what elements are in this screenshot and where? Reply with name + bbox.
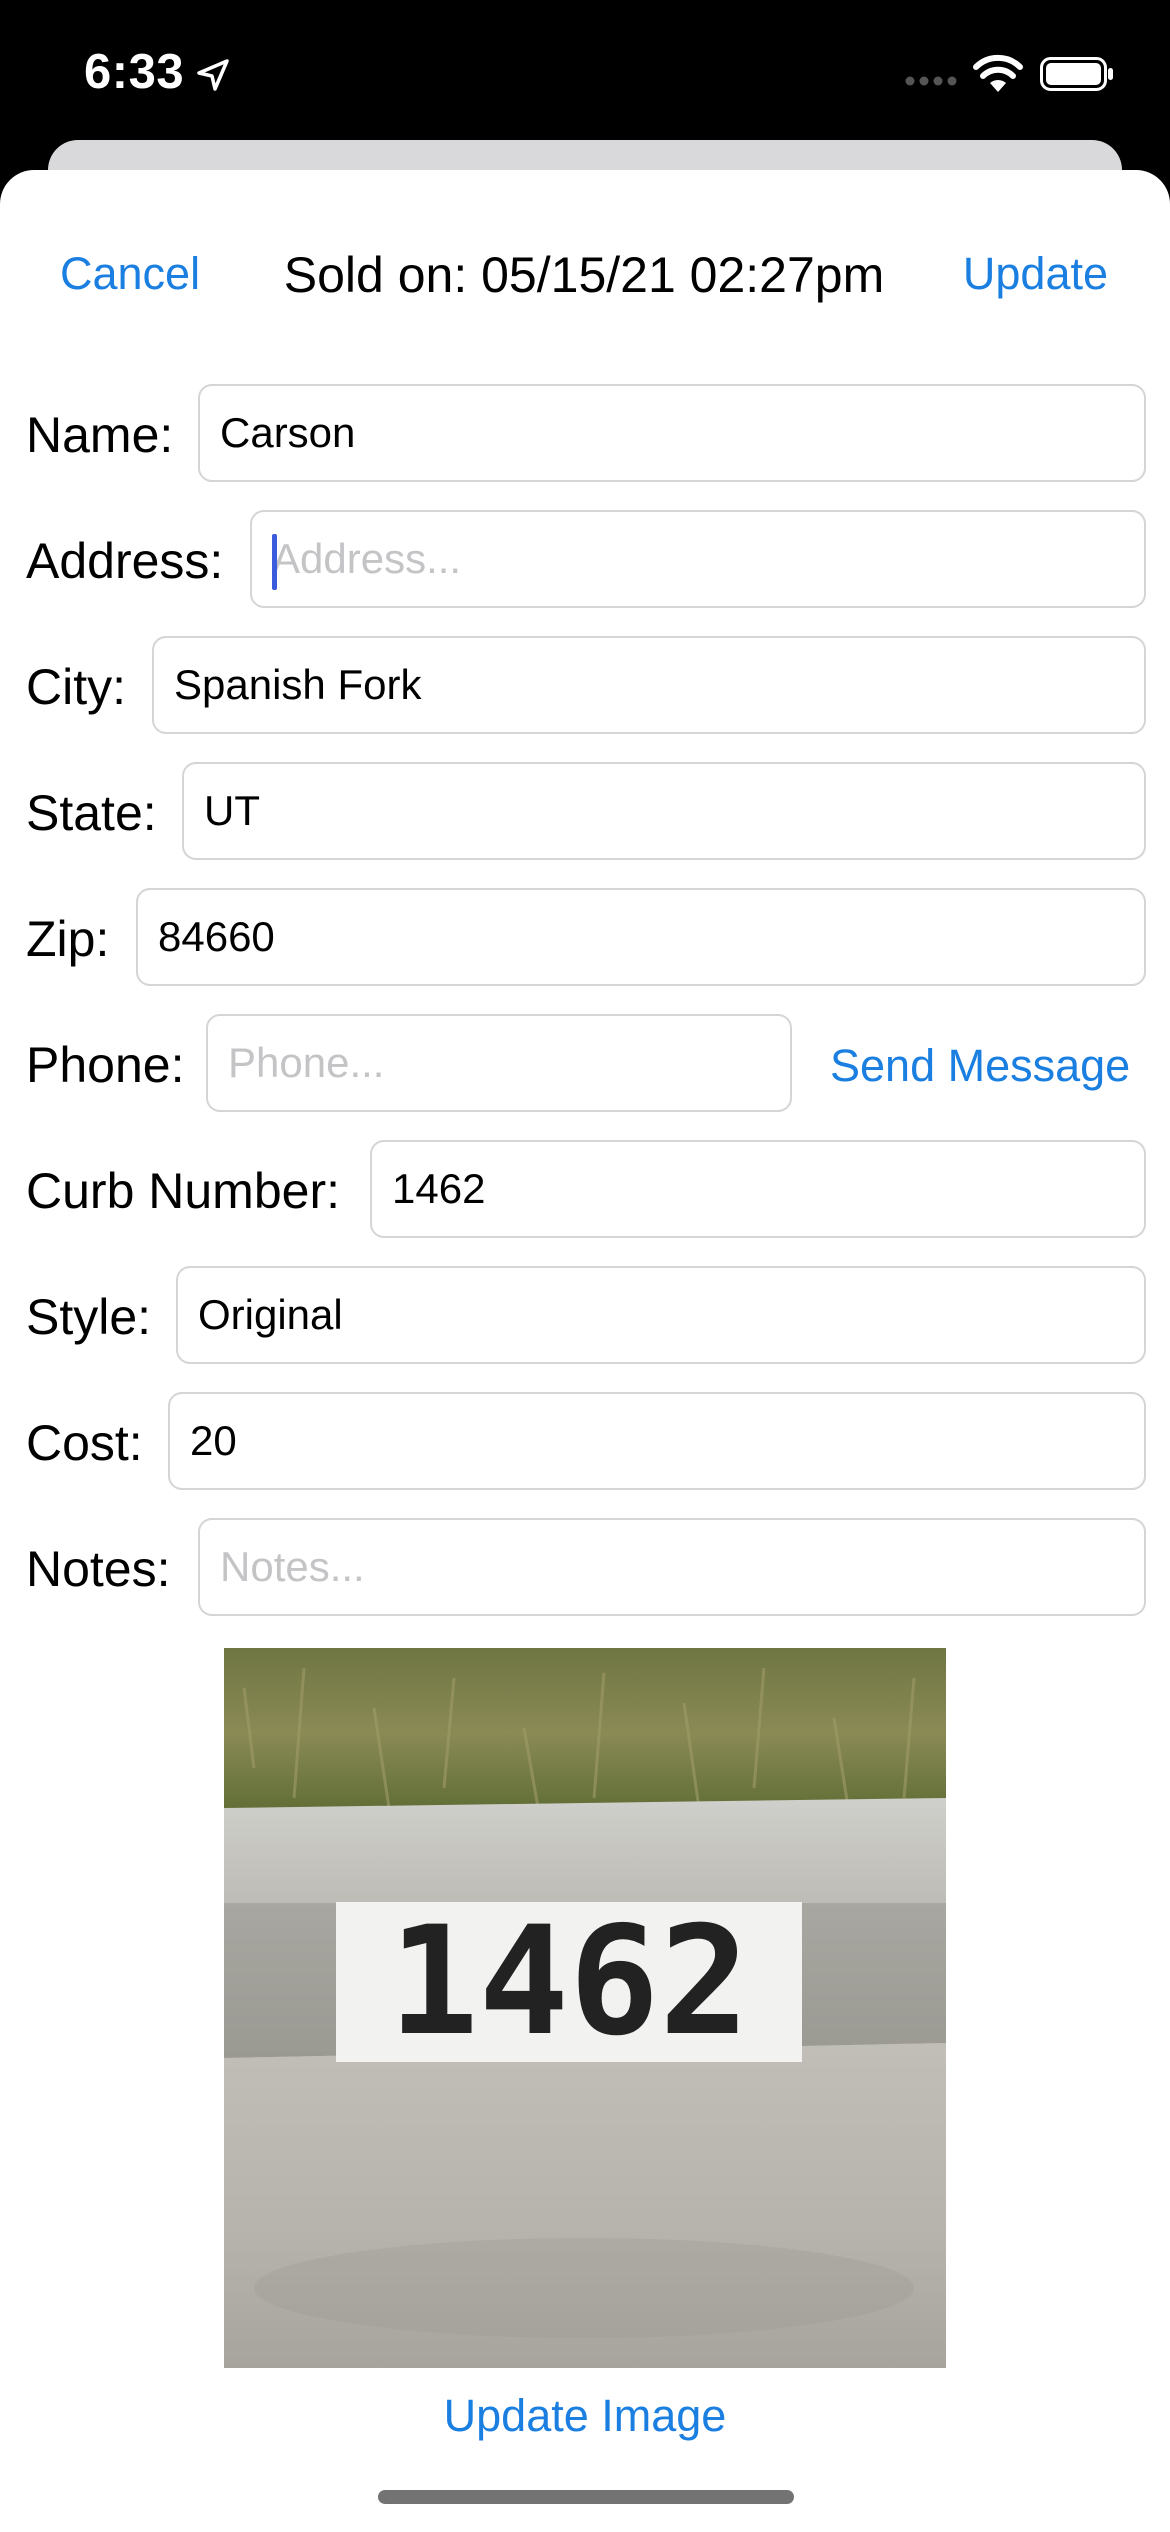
curb-number-label: Curb Number: [26,1163,340,1219]
name-label: Name: [26,407,174,463]
address-field[interactable] [250,510,1146,608]
update-button[interactable]: Update [963,248,1108,300]
city-label: City: [26,659,126,715]
name-field[interactable] [198,384,1146,482]
status-time: 6:33 [84,45,185,99]
address-label: Address: [26,533,224,589]
notes-label: Notes: [26,1541,171,1597]
city-field[interactable] [152,636,1146,734]
curb-photo: 1462 [224,1648,946,2368]
location-arrow-icon [197,59,229,91]
send-message-button[interactable]: Send Message [830,1040,1130,1092]
curb-number-field[interactable] [370,1140,1146,1238]
cost-field[interactable] [168,1392,1146,1490]
zip-field[interactable] [136,888,1146,986]
style-label: Style: [26,1289,152,1345]
curb-photo-illustration: 1462 [224,1648,946,2368]
phone-field[interactable] [206,1014,792,1112]
phone-label: Phone: [26,1037,185,1093]
curb-number-text: 1462 [388,1895,749,2069]
status-bar: 6:33 [0,0,1170,150]
zip-label: Zip: [26,911,110,967]
state-label: State: [26,785,157,841]
style-field[interactable] [176,1266,1146,1364]
notes-field[interactable] [198,1518,1146,1616]
battery-icon [1040,57,1113,91]
text-cursor [272,534,277,590]
cellular-signal-icon [905,76,957,86]
state-field[interactable] [182,762,1146,860]
wifi-icon [973,54,1023,92]
cost-label: Cost: [26,1415,143,1471]
update-image-button[interactable]: Update Image [0,2390,1170,2442]
home-indicator [378,2490,794,2504]
